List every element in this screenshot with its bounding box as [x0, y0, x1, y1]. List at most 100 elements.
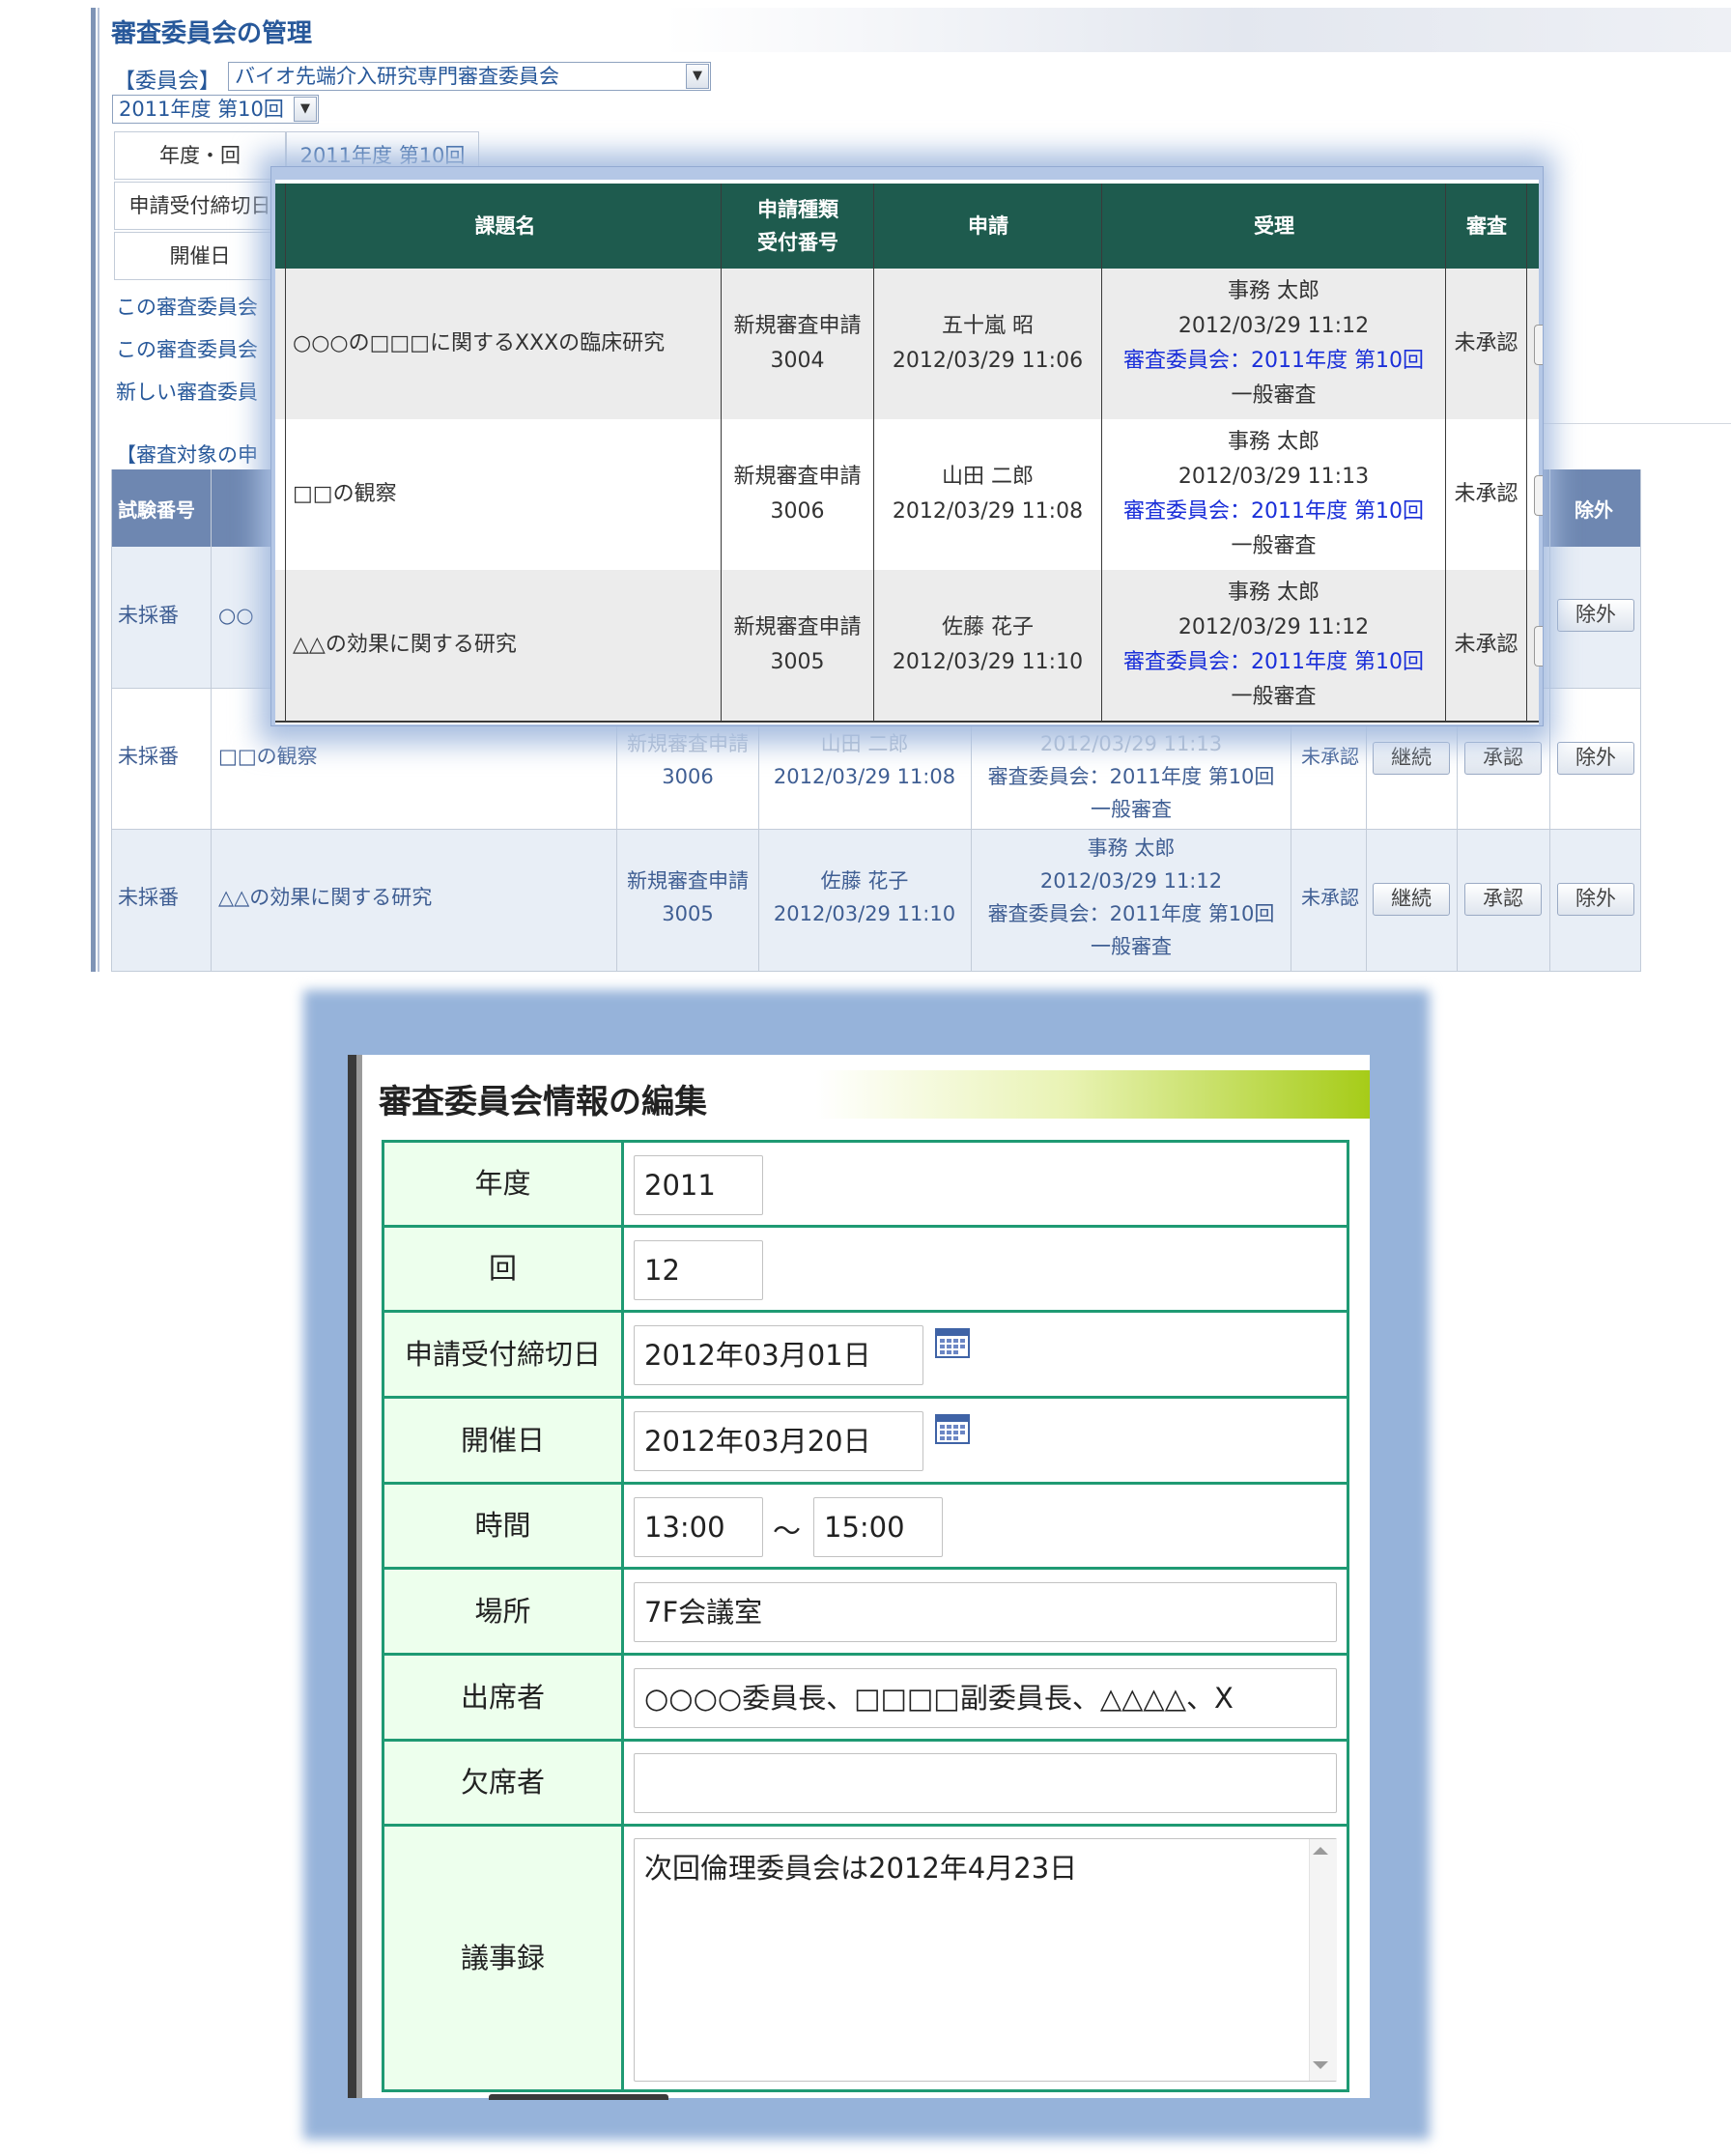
committee-link-1[interactable]: この審査委員会: [116, 292, 258, 321]
calendar-icon[interactable]: [935, 1413, 970, 1444]
application-title: □□の観察: [293, 482, 397, 506]
approve-button[interactable]: 承認: [1464, 883, 1542, 916]
staff: 事務 太郎: [1228, 279, 1320, 303]
new-committee-link[interactable]: 新しい審査委員: [116, 377, 258, 406]
trial-no: 未採番: [118, 604, 179, 627]
round-input[interactable]: 12: [634, 1240, 763, 1300]
table-bottom: [111, 971, 1641, 972]
continue-button[interactable]: [1534, 626, 1543, 667]
applied-at: 2012/03/29 11:08: [773, 765, 956, 788]
continue-button[interactable]: [1534, 475, 1543, 516]
dialog-title: 審査委員会情報の編集: [379, 1083, 707, 1121]
review-kind: 一般審査: [1091, 935, 1172, 958]
minutes-scrollbar[interactable]: [1309, 1839, 1337, 2081]
attendees-input[interactable]: ○○○○委員長、□□□□副委員長、△△△△、X: [634, 1668, 1337, 1728]
date-input[interactable]: 2012年03月20日: [634, 1411, 923, 1471]
place-input[interactable]: 7F会議室: [634, 1582, 1337, 1642]
application-type: 新規審査申請: [627, 869, 749, 893]
row-title-link[interactable]: △△の効果に関する研究: [218, 881, 432, 914]
deadline-input[interactable]: 2012年03月01日: [634, 1325, 923, 1385]
application-type: 新規審査申請: [733, 314, 862, 338]
session-select[interactable]: 2011年度 第10回: [112, 95, 319, 124]
application-number: 3004: [770, 349, 825, 373]
application-number: 3005: [662, 902, 714, 925]
row-line: [384, 1739, 1347, 1742]
received-at: 2012/03/29 11:12: [1178, 314, 1370, 338]
page-left-border-inner: [98, 8, 99, 972]
review-kind: 一般審査: [1231, 685, 1317, 709]
dialog-left-border-inner: [356, 1055, 362, 2098]
year-input[interactable]: 2011: [634, 1155, 763, 1215]
label-place: 場所: [384, 1570, 621, 1653]
row-title-link[interactable]: ○○: [218, 599, 254, 632]
staff: 事務 太郎: [1228, 430, 1320, 454]
column-line: [1640, 469, 1641, 972]
committee-link[interactable]: 審査委員会：2011年度 第10回: [972, 760, 1291, 793]
label-date: 開催日: [384, 1399, 621, 1482]
approve-button[interactable]: 承認: [1464, 742, 1542, 775]
applied-at: 2012/03/29 11:08: [892, 499, 1084, 524]
page-title: 審査委員会の管理: [111, 19, 313, 48]
exclude-button[interactable]: 除外: [1557, 883, 1634, 916]
page-left-border: [91, 8, 96, 972]
row-line: [384, 1824, 1347, 1827]
trial-no: 未採番: [118, 886, 179, 909]
committee-link[interactable]: 審査委員会：2011年度 第10回: [1102, 645, 1445, 680]
applicant: 五十嵐 昭: [942, 314, 1034, 338]
column-line: [211, 469, 212, 972]
row-line: [384, 1310, 1347, 1313]
minutes-textarea[interactable]: 次回倫理委員会は2012年4月23日: [634, 1838, 1337, 2082]
row-line: [384, 1567, 1347, 1570]
received-at: 2012/03/29 11:12: [1039, 869, 1223, 893]
committee-link[interactable]: 審査委員会：2011年度 第10回: [1102, 495, 1445, 529]
status: 未承認: [1454, 331, 1518, 355]
continue-button[interactable]: [1534, 325, 1543, 365]
applied-at: 2012/03/29 11:10: [773, 902, 956, 925]
scroll-down-icon[interactable]: [1313, 2061, 1328, 2069]
received-at: 2012/03/29 11:13: [1178, 465, 1370, 489]
applicant: 山田 二郎: [942, 465, 1034, 489]
application-title: △△の効果に関する研究: [293, 633, 517, 657]
label-year: 年度: [384, 1143, 621, 1225]
scroll-up-icon[interactable]: [1313, 1847, 1328, 1855]
committee-link[interactable]: 審査委員会：2011年度 第10回: [972, 897, 1291, 930]
applicant: 佐藤 花子: [942, 615, 1034, 639]
label-attendees: 出席者: [384, 1656, 621, 1739]
continue-button[interactable]: 継続: [1373, 883, 1450, 916]
header-type: 申請種類: [757, 198, 838, 221]
application-type: 新規審査申請: [733, 465, 862, 489]
committee-select[interactable]: バイオ先端介入研究専門審査委員会: [228, 62, 711, 91]
header-exclude: 除外: [1575, 498, 1613, 522]
applied-at: 2012/03/29 11:06: [892, 349, 1084, 373]
application-type: 新規審査申請: [733, 615, 862, 639]
absentees-input[interactable]: [634, 1753, 1337, 1813]
application-number: 3006: [770, 499, 825, 524]
column-line: [285, 184, 286, 723]
header-trial-no: 試験番号: [118, 498, 195, 522]
review-kind: 一般審査: [1231, 383, 1317, 408]
start-time-input[interactable]: 13:00: [634, 1497, 763, 1557]
committee-label: 【委員会】: [114, 70, 221, 94]
row-title-link[interactable]: □□の観察: [218, 740, 318, 773]
status: 未承認: [1301, 886, 1359, 909]
continue-button[interactable]: 継続: [1373, 742, 1450, 775]
exclude-button[interactable]: 除外: [1557, 742, 1634, 775]
row-separator: [111, 829, 1641, 830]
committee-link-2[interactable]: この審査委員会: [116, 334, 258, 363]
committee-link[interactable]: 審査委員会：2011年度 第10回: [1102, 344, 1445, 379]
end-time-input[interactable]: 15:00: [813, 1497, 943, 1557]
minutes-text: 次回倫理委員会は2012年4月23日: [644, 1852, 1078, 1885]
popup-table-bottom: [275, 721, 1539, 723]
calendar-icon[interactable]: [935, 1327, 970, 1358]
staff: 事務 太郎: [1228, 581, 1320, 605]
applicant: 佐藤 花子: [820, 869, 909, 893]
applied-at: 2012/03/29 11:10: [892, 650, 1084, 674]
trial-no: 未採番: [118, 745, 179, 768]
row-line: [384, 1482, 1347, 1485]
exclude-button[interactable]: 除外: [1557, 599, 1634, 632]
chevron-down-icon[interactable]: ▼: [686, 64, 709, 89]
chevron-down-icon[interactable]: ▼: [294, 97, 317, 122]
header-title: 課題名: [474, 214, 536, 238]
column-line: [111, 469, 112, 972]
column-line: [621, 1143, 624, 2089]
